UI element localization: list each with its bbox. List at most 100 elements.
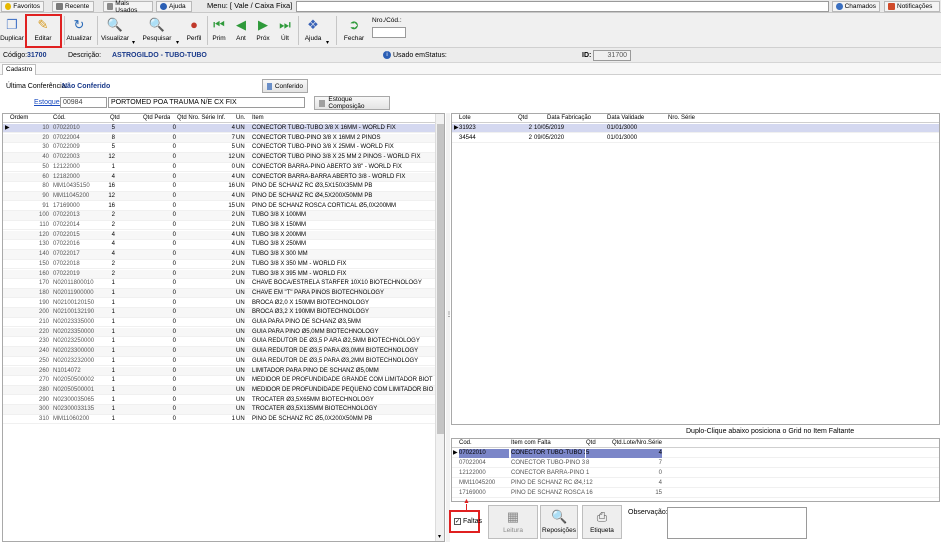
- scroll-down-icon[interactable]: ▾: [438, 533, 441, 540]
- notificacoes-button[interactable]: Notificações: [884, 1, 940, 12]
- recente-button[interactable]: Recente: [52, 1, 94, 12]
- faltas-row[interactable]: ▶ 07022010 CONECTOR TUBO-TUBO 3/8 5 4: [452, 449, 939, 459]
- chevron-down-icon[interactable]: ▾: [176, 39, 179, 46]
- etiqueta-button[interactable]: ⎙ Etiqueta: [582, 505, 622, 539]
- estoque-composicao-button[interactable]: Estoque Composição: [314, 96, 390, 110]
- cell-qtd: 1: [111, 328, 115, 335]
- table-row[interactable]: 50 12122000 1 0 0 UN CONECTOR BARRA-PINO ABERT…: [3, 163, 444, 173]
- table-row[interactable]: 250 N02023232000 1 0 UN GUIA REDUTOR DE Ø3,5 …: [3, 357, 444, 367]
- header-lote-qtd[interactable]: Qtd: [518, 114, 528, 123]
- refresh-icon: ↻: [73, 17, 85, 32]
- header-data-fabricacao[interactable]: Data Fabricação: [547, 114, 591, 123]
- perfil-button[interactable]: ● Perfil: [183, 15, 205, 46]
- table-row[interactable]: 180 N02011900000 1 0 UN CHAVE EM "T" PARA PIN…: [3, 288, 444, 299]
- table-row[interactable]: 91 17169000 16 0 15 UN PINO DE SCHANZ ROSCA CO…: [3, 202, 444, 212]
- table-row[interactable]: 230 N02023250000 1 0 UN GUIA REDUTOR DE Ø3,5 …: [3, 337, 444, 347]
- table-row[interactable]: ▶ 10 07022010 5 0 4 UN CONECTOR TUBO-TUBO 3/8 X…: [3, 124, 444, 134]
- header-cod[interactable]: Cód.: [53, 114, 66, 123]
- header-nro-serie[interactable]: Nro. Série: [668, 114, 695, 123]
- header-item[interactable]: Item: [252, 114, 264, 123]
- faltas-hint: Duplo-Clique abaixo posiciona o Grid no …: [686, 428, 855, 435]
- header-faltas-cod[interactable]: Cod.: [459, 439, 472, 448]
- leitura-button[interactable]: ▦ Leitura: [488, 505, 538, 539]
- table-row[interactable]: 100 07022013 2 0 2 UN TUBO 3/8 X 100MM: [3, 211, 444, 221]
- table-row[interactable]: 220 N02023350000 1 0 UN GUIA PARA PINO Ø5,0MM…: [3, 327, 444, 338]
- faltas-checkbox[interactable]: ✓: [454, 518, 461, 525]
- table-row[interactable]: 80 MM10435150 16 0 16 UN PINO DE SCHANZ RC Ø3,…: [3, 182, 444, 192]
- lote-row[interactable]: 34544 2 09/05/2020 01/01/3000: [452, 134, 939, 143]
- table-row[interactable]: 270 N02050500002 1 0 UN MEDIDOR DE PROFUNDIDA…: [3, 376, 444, 386]
- table-row[interactable]: 210 N02023335000 1 0 UN GUIA PARA PINO DE SCH…: [3, 318, 444, 328]
- table-row[interactable]: 200 N02100132190 1 0 UN BROCA Ø3,2 X 190MM BI…: [3, 308, 444, 318]
- chevron-down-icon[interactable]: ▾: [132, 39, 135, 46]
- header-un[interactable]: Un.: [236, 114, 245, 123]
- pesquisar-button[interactable]: 🔍 Pesquisar: [142, 15, 172, 46]
- atualizar-button[interactable]: ↻ Atualizar: [64, 15, 94, 46]
- table-row[interactable]: 20 07022004 8 0 7 UN CONECTOR TUBO-PINO 3/8 X …: [3, 133, 444, 144]
- fechar-button[interactable]: ➲ Fechar: [339, 15, 369, 46]
- header-faltas-qtd[interactable]: Qtd: [586, 439, 596, 448]
- visualizar-button[interactable]: 🔍 Visualizar: [100, 15, 130, 46]
- ajuda-top-button[interactable]: Ajuda: [156, 1, 192, 12]
- mais-usados-button[interactable]: Mais Usados: [103, 0, 153, 14]
- table-row[interactable]: 290 N02300035065 1 0 UN TROCATER Ø3,5X65MM BI…: [3, 396, 444, 406]
- lote-grid[interactable]: Lote Qtd Data Fabricação Data Validade N…: [451, 113, 940, 425]
- faltas-row[interactable]: 12122000 CONECTOR BARRA-PINO A1 0: [452, 469, 939, 479]
- table-row[interactable]: 170 N02011800010 1 0 UN CHAVE BOCA/ESTRELA ST…: [3, 279, 444, 289]
- nro-cod-input[interactable]: [372, 27, 406, 38]
- table-row[interactable]: 140 07022017 4 0 4 UN TUBO 3/8 X 300 MM: [3, 250, 444, 260]
- items-grid-scrollbar[interactable]: ▾: [435, 114, 444, 541]
- cell-faltas-qtd: 16: [586, 490, 593, 496]
- estoque-code-input[interactable]: 00984: [60, 97, 107, 108]
- header-ordem[interactable]: Ordem: [10, 114, 28, 123]
- faltas-row[interactable]: 17169000 PINO DE SCHANZ ROSCA C 16 15: [452, 489, 939, 499]
- table-row[interactable]: 40 07022003 12 0 12 UN CONECTOR TUBO PINO 3/8 …: [3, 153, 444, 163]
- table-row[interactable]: 280 N02050500001 1 0 UN MEDIDOR DE PROFUNDIDA…: [3, 385, 444, 396]
- conferido-button[interactable]: Conferido: [262, 79, 308, 93]
- ult-button[interactable]: ⏭ Últ: [274, 15, 296, 46]
- table-row[interactable]: 300 N02300033135 1 0 UN TROCATER Ø3,5X135MM B…: [3, 405, 444, 415]
- chamados-button[interactable]: Chamados: [832, 1, 880, 12]
- scrollbar-thumb[interactable]: [437, 124, 444, 434]
- usado-em-link[interactable]: Usado em: [393, 52, 425, 59]
- duplicar-button[interactable]: ❐ Duplicar: [0, 15, 24, 46]
- items-grid[interactable]: Ordem Cód. Qtd Qtd Perda Qtd Nro. Série …: [2, 113, 445, 542]
- header-qtd-lote[interactable]: Qtd.Lote/Nro.Série: [600, 439, 662, 448]
- ant-button[interactable]: ◀ Ant: [230, 15, 252, 46]
- table-row[interactable]: 90 MM11045200 12 0 4 UN PINO DE SCHANZ RC Ø4,5…: [3, 191, 444, 202]
- faltas-row[interactable]: MM11045200 PINO DE SCHANZ RC Ø4,5X 12 4: [452, 479, 939, 489]
- chevron-down-icon[interactable]: ▾: [326, 39, 329, 46]
- prox-button[interactable]: ▶ Próx: [252, 15, 274, 46]
- menu-input[interactable]: [296, 1, 829, 12]
- table-row[interactable]: 130 07022016 4 0 4 UN TUBO 3/8 X 250MM: [3, 240, 444, 250]
- table-row[interactable]: 120 07022015 4 0 4 UN TUBO 3/8 X 200MM: [3, 230, 444, 241]
- table-row[interactable]: 160 07022019 2 0 2 UN TUBO 3/8 X 395 MM - WORL…: [3, 269, 444, 279]
- table-row[interactable]: 30 07022009 5 0 5 UN CONECTOR TUBO-PINO 3/8 X …: [3, 143, 444, 153]
- faltas-row[interactable]: 07022004 CONECTOR TUBO-PINO 3/8 8 7: [452, 459, 939, 469]
- vertical-splitter[interactable]: ⋮: [446, 113, 452, 542]
- table-row[interactable]: 150 07022018 2 0 2 UN TUBO 3/8 X 350 MM - WORL…: [3, 260, 444, 270]
- table-row[interactable]: 60 12182000 4 0 4 UN CONECTOR BARRA-BARRA ABER…: [3, 172, 444, 182]
- observacao-textarea[interactable]: [667, 507, 807, 539]
- estoque-link[interactable]: Estoque:: [34, 99, 62, 106]
- header-item-com-falta[interactable]: Item com Falta: [511, 439, 551, 448]
- table-row[interactable]: 260 N1014072 1 0 UN LIMITADOR PARA PINO DE SC…: [3, 366, 444, 376]
- faltas-checkbox-area[interactable]: ✓ Faltas: [449, 510, 482, 533]
- table-row[interactable]: 240 N02023300000 1 0 UN GUIA REDUTOR DE Ø3,5 …: [3, 347, 444, 357]
- faltas-grid[interactable]: Cod. Item com Falta Qtd Qtd.Lote/Nro.Sér…: [451, 438, 940, 502]
- table-row[interactable]: 310 MM11060200 1 0 1 UN PINO DE SCHANZ RC Ø5,0…: [3, 415, 444, 425]
- header-data-validade[interactable]: Data Validade: [607, 114, 644, 123]
- ajuda-button[interactable]: ❖ Ajuda: [298, 15, 328, 46]
- header-lote[interactable]: Lote: [459, 114, 471, 123]
- prim-button[interactable]: ⏮ Prim: [208, 15, 230, 46]
- lote-row[interactable]: ▶ 31923 2 10/05/2019 01/01/3000: [452, 124, 939, 134]
- tab-cadastro[interactable]: Cadastro: [2, 64, 37, 75]
- header-qtd-nro-serie[interactable]: Qtd Nro. Série Inf.: [177, 114, 225, 123]
- table-row[interactable]: 190 N02100120150 1 0 UN BROCA Ø2,0 X 150MM BI…: [3, 299, 444, 309]
- reposicoes-button[interactable]: 🔍 Reposições: [540, 505, 578, 539]
- table-row[interactable]: 110 07022014 2 0 2 UN TUBO 3/8 X 150MM: [3, 221, 444, 231]
- cell-item: CONECTOR TUBO-PINO 3/8 X 25MM - WORLD FI…: [252, 144, 394, 151]
- favoritos-button[interactable]: Favoritos: [1, 1, 44, 12]
- header-qtd-perda[interactable]: Qtd Perda: [143, 114, 170, 123]
- header-qtd[interactable]: Qtd: [110, 114, 120, 123]
